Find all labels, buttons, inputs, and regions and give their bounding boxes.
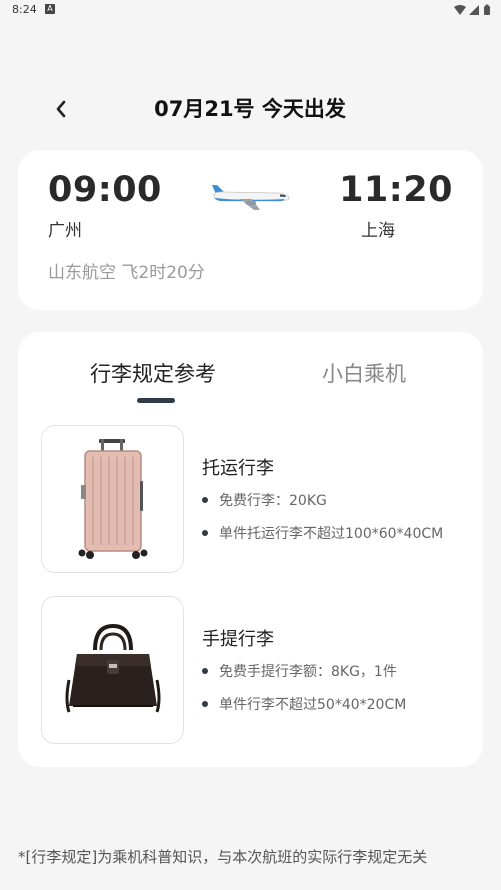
- battery-icon: [484, 4, 490, 15]
- notification-badge: A: [45, 4, 55, 14]
- rule-text: 单件行李不超过50*40*20CM: [219, 697, 407, 713]
- item-title: 托运行李: [202, 458, 274, 479]
- rule-size-limit: 单件托运行李不超过100*60*40CM: [202, 523, 443, 543]
- rule-size-limit: 单件行李不超过50*40*20CM: [202, 694, 406, 714]
- arrival-time: 11:20: [339, 170, 453, 210]
- bullet-dot: [202, 668, 208, 674]
- tab-beginner-guide[interactable]: 小白乘机: [322, 358, 406, 388]
- departure-city: 广州: [48, 221, 82, 241]
- arrival-city: 上海: [361, 221, 395, 241]
- handbag-image: [41, 596, 184, 744]
- rule-text: 免费行李：20KG: [219, 493, 327, 509]
- wifi-icon: [454, 5, 466, 15]
- page-title: 07月21号 今天出发: [154, 97, 346, 121]
- rule-text: 免费手提行李额：8KG，1件: [219, 664, 397, 680]
- bullet-dot: [202, 530, 208, 536]
- status-bar: 8:24 A: [0, 0, 501, 20]
- flight-info: 山东航空 飞2时20分: [48, 263, 205, 283]
- status-icons: [453, 4, 493, 16]
- flight-card: 09:00 广州 11:20 上海 山东航空 飞2时20分: [18, 150, 483, 310]
- baggage-card: 行李规定参考 小白乘机 托运行李 免费行李：20KG 单件托运行李不超过100*…: [18, 332, 483, 767]
- rule-free-allowance: 免费行李：20KG: [202, 490, 327, 510]
- signal-icon: [469, 5, 479, 15]
- suitcase-image: [41, 425, 184, 573]
- rule-free-allowance: 免费手提行李额：8KG，1件: [202, 661, 397, 681]
- departure-time: 09:00: [48, 170, 162, 210]
- bullet-dot: [202, 701, 208, 707]
- disclaimer-footnote: *[行李规定]为乘机科普知识，与本次航班的实际行李规定无关: [18, 848, 428, 866]
- back-button[interactable]: [40, 88, 82, 130]
- tab-baggage-rules[interactable]: 行李规定参考: [90, 358, 216, 388]
- item-title: 手提行李: [202, 629, 274, 650]
- chevron-left-icon: [56, 100, 66, 118]
- tab-indicator: [137, 398, 175, 403]
- airplane-icon: [210, 182, 290, 216]
- rule-text: 单件托运行李不超过100*60*40CM: [219, 526, 444, 542]
- status-time: 8:24: [12, 3, 37, 16]
- bullet-dot: [202, 497, 208, 503]
